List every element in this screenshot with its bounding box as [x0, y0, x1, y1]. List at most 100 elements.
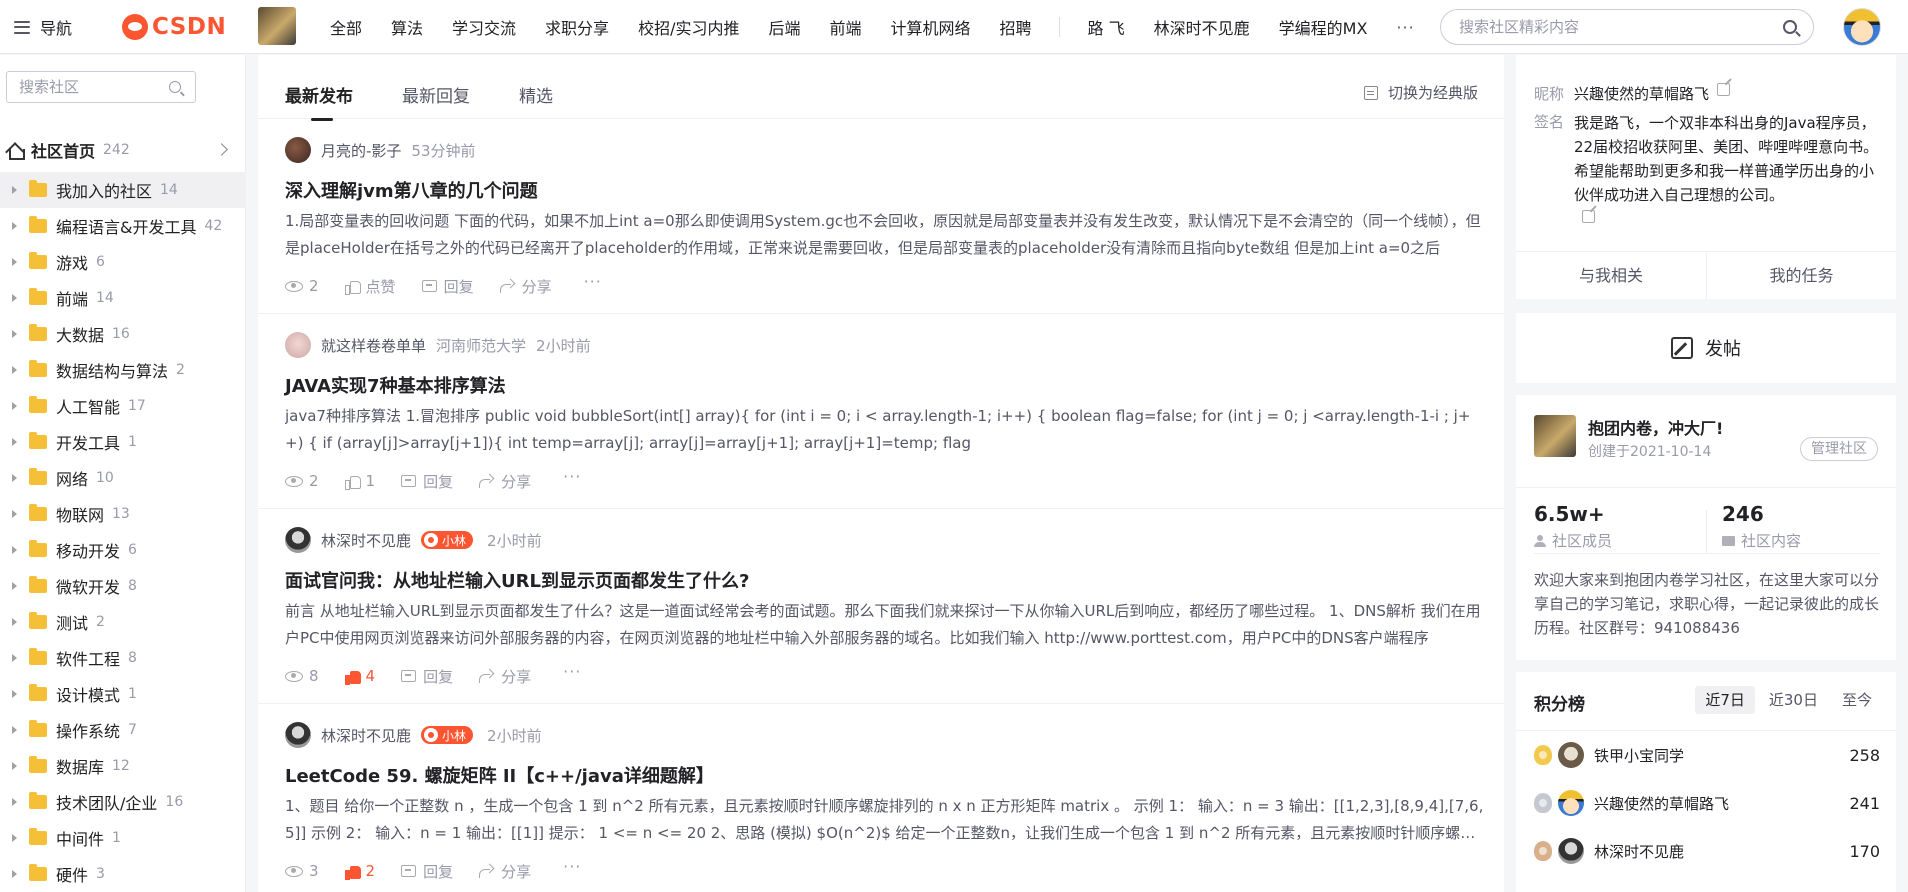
nav-item-all[interactable]: 全部 — [330, 15, 362, 39]
nav-item-backend[interactable]: 后端 — [768, 15, 800, 39]
nav-more-button[interactable]: ··· — [1396, 18, 1414, 37]
new-post-button[interactable]: 发帖 — [1516, 313, 1896, 383]
post-author[interactable]: 林深时不见鹿 — [321, 725, 411, 746]
more-options-icon[interactable]: ··· — [563, 859, 581, 875]
edit-nick-icon[interactable] — [1717, 83, 1731, 96]
nav-item-algorithm[interactable]: 算法 — [391, 15, 423, 39]
ranking-name[interactable]: 林深时不见鹿 — [1594, 841, 1684, 862]
share-button[interactable]: 分享 — [499, 276, 552, 297]
tab-latest-reply[interactable]: 最新回复 — [402, 82, 470, 107]
category-item[interactable]: 操作系统 7 — [0, 712, 246, 748]
post-excerpt[interactable]: 1、题目 给你一个正整数 n ，生成一个包含 1 到 n^2 所有元素，且元素按… — [285, 793, 1485, 847]
tab-related-to-me[interactable]: 与我相关 — [1516, 252, 1706, 299]
reply-button[interactable]: 回复 — [401, 861, 453, 882]
category-item[interactable]: 硬件 3 — [0, 856, 246, 892]
post-title[interactable]: JAVA实现7种基本排序算法 — [285, 372, 506, 398]
post-item[interactable]: 林深时不见鹿 小林 2小时前 LeetCode 59. 螺旋矩阵 II【c++/… — [258, 704, 1504, 892]
post-author[interactable]: 月亮的-影子 — [321, 140, 401, 161]
share-button[interactable]: 分享 — [479, 471, 531, 492]
community-avatar[interactable] — [1534, 415, 1576, 457]
category-item[interactable]: 编程语言&开发工具 42 — [0, 208, 246, 244]
sidebar-item-home[interactable]: 社区首页 242 — [0, 132, 246, 168]
post-author[interactable]: 就这样卷卷单单 — [321, 335, 426, 356]
expand-arrow-icon[interactable] — [12, 438, 17, 446]
more-options-icon[interactable]: ··· — [584, 274, 602, 290]
more-options-icon[interactable]: ··· — [563, 664, 581, 680]
category-item[interactable]: 前端 14 — [0, 280, 246, 316]
nav-item-hiring[interactable]: 招聘 — [1000, 15, 1032, 39]
share-button[interactable]: 分享 — [479, 861, 531, 882]
tab-7-days[interactable]: 近7日 — [1695, 686, 1755, 714]
post-item[interactable]: 月亮的-影子 53分钟前 深入理解jvm第八章的几个问题 1.局部变量表的回收问… — [258, 119, 1504, 314]
category-item[interactable]: 移动开发 6 — [0, 532, 246, 568]
post-author[interactable]: 林深时不见鹿 — [321, 530, 411, 551]
expand-arrow-icon[interactable] — [12, 402, 17, 410]
nav-item-frontend[interactable]: 前端 — [829, 15, 861, 39]
category-item[interactable]: 物联网 13 — [0, 496, 246, 532]
ranking-row[interactable]: 林深时不见鹿 170 — [1516, 827, 1896, 875]
edit-bio-icon[interactable] — [1582, 210, 1595, 223]
category-item[interactable]: 软件工程 8 — [0, 640, 246, 676]
category-item[interactable]: 中间件 1 — [0, 820, 246, 856]
ranking-avatar[interactable] — [1558, 838, 1584, 864]
expand-arrow-icon[interactable] — [12, 798, 17, 806]
expand-arrow-icon[interactable] — [12, 294, 17, 302]
post-title[interactable]: LeetCode 59. 螺旋矩阵 II【c++/java详细题解】 — [285, 762, 714, 788]
search-icon[interactable] — [1783, 20, 1797, 34]
like-button[interactable]: 点赞 — [344, 276, 396, 297]
user-avatar[interactable] — [1843, 8, 1881, 46]
community-search-input[interactable] — [1459, 10, 1779, 44]
like-button[interactable]: 1 — [344, 472, 375, 490]
reply-button[interactable]: 回复 — [401, 471, 453, 492]
post-title[interactable]: 面试官问我：从地址栏输入URL到显示页面都发生了什么? — [285, 567, 749, 593]
tab-30-days[interactable]: 近30日 — [1759, 686, 1828, 714]
ranking-name[interactable]: 铁甲小宝同学 — [1594, 745, 1684, 766]
ranking-avatar[interactable] — [1558, 742, 1584, 768]
category-item[interactable]: 微软开发 8 — [0, 568, 246, 604]
expand-arrow-icon[interactable] — [12, 330, 17, 338]
ranking-row[interactable]: 铁甲小宝同学 258 — [1516, 731, 1896, 779]
post-excerpt[interactable]: 1.局部变量表的回收问题 下面的代码，如果不加上int a=0那么即使调用Sys… — [285, 208, 1485, 262]
expand-arrow-icon[interactable] — [12, 366, 17, 374]
post-excerpt[interactable]: java7种排序算法 1.冒泡排序 public void bubbleSort… — [285, 403, 1485, 457]
nav-toggle-button[interactable]: 导航 — [14, 14, 72, 40]
expand-arrow-icon[interactable] — [12, 618, 17, 626]
author-avatar[interactable] — [285, 722, 311, 748]
expand-arrow-icon[interactable] — [12, 222, 17, 230]
author-avatar[interactable] — [285, 137, 311, 163]
author-avatar[interactable] — [285, 332, 311, 358]
category-item[interactable]: 设计模式 1 — [0, 676, 246, 712]
expand-arrow-icon[interactable] — [12, 186, 17, 194]
expand-arrow-icon[interactable] — [12, 726, 17, 734]
nav-item-user-3[interactable]: 学编程的MX — [1279, 15, 1368, 39]
expand-arrow-icon[interactable] — [12, 654, 17, 662]
category-item[interactable]: 我加入的社区 14 — [0, 172, 246, 208]
tab-latest[interactable]: 最新发布 — [285, 82, 353, 121]
community-avatar[interactable] — [258, 7, 296, 45]
expand-arrow-icon[interactable] — [12, 870, 17, 878]
like-button[interactable]: 4 — [344, 667, 375, 685]
category-item[interactable]: 大数据 16 — [0, 316, 246, 352]
tab-featured[interactable]: 精选 — [519, 82, 553, 107]
category-item[interactable]: 数据库 12 — [0, 748, 246, 784]
expand-arrow-icon[interactable] — [12, 834, 17, 842]
manage-community-button[interactable]: 管理社区 — [1800, 437, 1878, 461]
reply-button[interactable]: 回复 — [421, 276, 474, 297]
ranking-name[interactable]: 兴趣使然的草帽路飞 — [1594, 793, 1729, 814]
expand-arrow-icon[interactable] — [12, 582, 17, 590]
category-item[interactable]: 游戏 6 — [0, 244, 246, 280]
expand-arrow-icon[interactable] — [12, 690, 17, 698]
more-options-icon[interactable]: ··· — [563, 469, 581, 485]
nav-item-user-2[interactable]: 林深时不见鹿 — [1154, 15, 1250, 39]
search-icon[interactable] — [169, 81, 181, 93]
ranking-row[interactable]: 兴趣使然的草帽路飞 241 — [1516, 779, 1896, 827]
tab-all-time[interactable]: 至今 — [1832, 686, 1882, 714]
expand-arrow-icon[interactable] — [12, 474, 17, 482]
category-item[interactable]: 技术团队/企业 16 — [0, 784, 246, 820]
share-button[interactable]: 分享 — [479, 666, 531, 687]
expand-arrow-icon[interactable] — [12, 762, 17, 770]
nav-item-study[interactable]: 学习交流 — [452, 15, 516, 39]
post-item[interactable]: 林深时不见鹿 小林 2小时前 面试官问我：从地址栏输入URL到显示页面都发生了什… — [258, 509, 1504, 704]
nav-item-user-1[interactable]: 路 飞 — [1088, 15, 1125, 39]
reply-button[interactable]: 回复 — [401, 666, 453, 687]
